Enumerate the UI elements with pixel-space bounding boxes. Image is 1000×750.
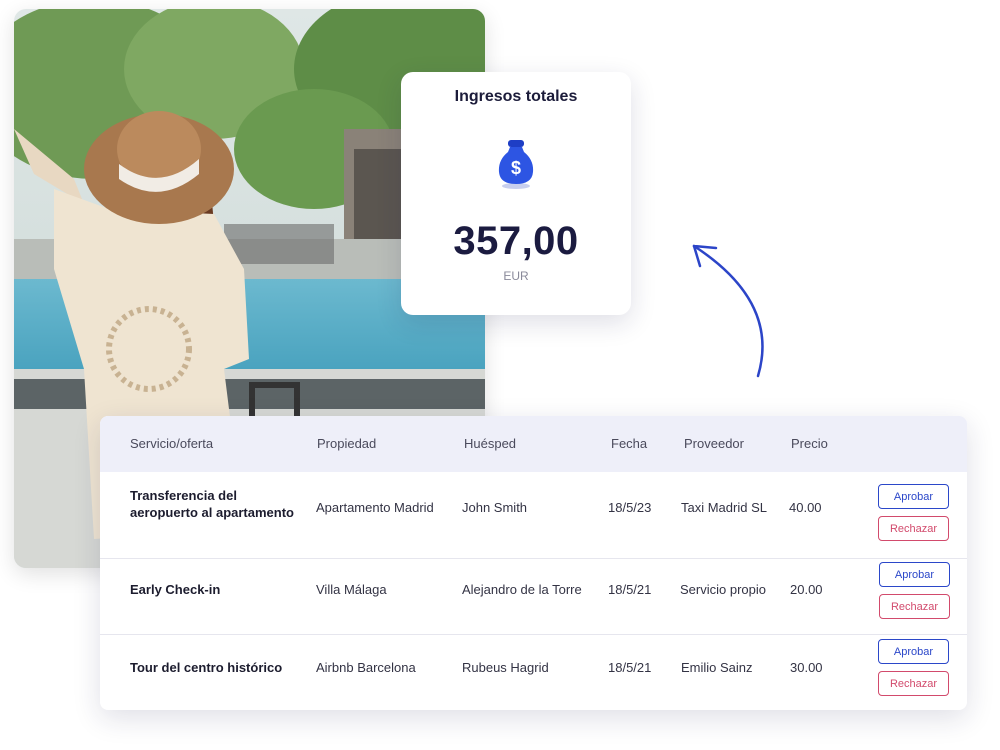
- revenue-card: Ingresos totales $ 357,00 EUR: [401, 72, 631, 315]
- row-provider: Emilio Sainz: [681, 660, 753, 675]
- curved-arrow-icon: [692, 244, 764, 378]
- row-price: 20.00: [790, 582, 823, 597]
- header-service: Servicio/oferta: [130, 436, 214, 451]
- header-guest: Huésped: [464, 436, 517, 451]
- revenue-amount: 357,00: [453, 219, 579, 263]
- approve-button[interactable]: Aprobar: [878, 639, 949, 664]
- row-date: 18/5/23: [608, 500, 652, 515]
- row-guest: Rubeus Hagrid: [462, 660, 549, 675]
- reject-button[interactable]: Rechazar: [878, 516, 949, 541]
- money-bag-icon: $: [498, 140, 534, 189]
- table-row: Early Check-in Villa Málaga Alejandro de…: [100, 558, 967, 634]
- row-service: Early Check-in: [130, 582, 221, 597]
- row-service: Transferencia del aeropuerto al apartame…: [130, 488, 294, 520]
- row-price: 40.00: [789, 500, 822, 515]
- revenue-title: Ingresos totales: [454, 88, 578, 105]
- reject-button[interactable]: Rechazar: [878, 671, 949, 696]
- row-provider: Servicio propio: [680, 582, 766, 597]
- header-property: Propiedad: [317, 436, 377, 451]
- header-price: Precio: [791, 436, 828, 451]
- row-price: 30.00: [790, 660, 823, 675]
- row-property: Airbnb Barcelona: [316, 660, 416, 675]
- table-row: Tour del centro histórico Airbnb Barcelo…: [100, 634, 967, 710]
- row-guest: John Smith: [462, 500, 528, 515]
- row-provider: Taxi Madrid SL: [681, 500, 767, 515]
- row-property: Apartamento Madrid: [316, 500, 434, 515]
- table-row: Transferencia del aeropuerto al apartame…: [100, 472, 967, 558]
- table-header: Servicio/oferta Propiedad Huésped Fecha …: [100, 416, 967, 472]
- approve-button[interactable]: Aprobar: [879, 562, 950, 587]
- row-guest: Alejandro de la Torre: [462, 582, 582, 597]
- row-date: 18/5/21: [608, 660, 652, 675]
- row-date: 18/5/21: [608, 582, 652, 597]
- services-table: Servicio/oferta Propiedad Huésped Fecha …: [100, 416, 967, 710]
- reject-button[interactable]: Rechazar: [879, 594, 950, 619]
- header-provider: Proveedor: [684, 436, 744, 451]
- revenue-currency: EUR: [503, 269, 529, 283]
- svg-text:$: $: [511, 158, 521, 178]
- header-date: Fecha: [611, 436, 648, 451]
- row-service: Tour del centro histórico: [130, 660, 283, 675]
- approve-button[interactable]: Aprobar: [878, 484, 949, 509]
- row-property: Villa Málaga: [316, 582, 387, 597]
